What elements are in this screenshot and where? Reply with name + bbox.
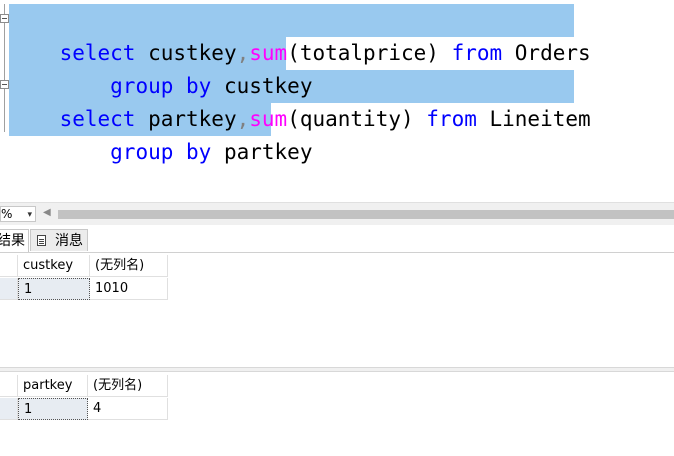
code-line-3[interactable]: select partkey,sum(quantity) from Lineit… [9,70,591,131]
keyword: group [110,140,174,164]
keyword: from [426,107,477,131]
zoom-value: % [1,207,13,221]
grid-splitter[interactable] [0,367,674,372]
column-header[interactable]: partkey [18,375,88,397]
tab-messages[interactable]: 消息 [30,229,88,251]
row-header[interactable] [0,398,18,420]
table-cell[interactable]: 4 [88,398,168,420]
row-header-corner [0,375,18,397]
column-header[interactable]: custkey [18,255,90,277]
code-line-2[interactable]: group by custkey [9,37,312,98]
table-cell[interactable]: 1 [18,278,90,300]
tab-results[interactable]: 结果 [0,229,29,252]
code-text: Orders [502,41,591,65]
code-text: Lineitem [476,107,591,131]
query-editor[interactable]: select custkey,sum(totalprice) from Orde… [0,0,674,200]
code-line-4[interactable]: group by partkey [9,103,312,164]
tab-results-label: 结果 [0,233,25,249]
horizontal-scrollbar-bar: % ▾ ◀ [0,202,674,225]
fold-toggle-1[interactable] [0,14,9,23]
tab-messages-label: 消息 [55,233,83,249]
scroll-left-icon[interactable]: ◀ [43,207,51,218]
table-cell[interactable]: 1 [18,398,88,420]
chevron-down-icon: ▾ [27,210,32,220]
code-line-1[interactable]: select custkey,sum(totalprice) from Orde… [9,4,591,65]
zoom-dropdown[interactable]: % ▾ [0,206,36,222]
row-header[interactable] [0,278,18,300]
table-cell[interactable]: 1010 [90,278,168,300]
row-header-corner [0,255,18,277]
column-header[interactable]: (无列名) [88,375,168,397]
fold-toggle-2[interactable] [0,80,9,89]
keyword: by [186,140,212,164]
column-header[interactable]: (无列名) [90,255,168,277]
message-icon [37,235,46,246]
keyword: from [451,41,503,65]
outline-gutter [4,4,5,132]
code-text: partkey [211,140,313,164]
result-tabs: 结果 消息 [0,229,674,253]
horizontal-scrollbar[interactable] [58,210,674,219]
